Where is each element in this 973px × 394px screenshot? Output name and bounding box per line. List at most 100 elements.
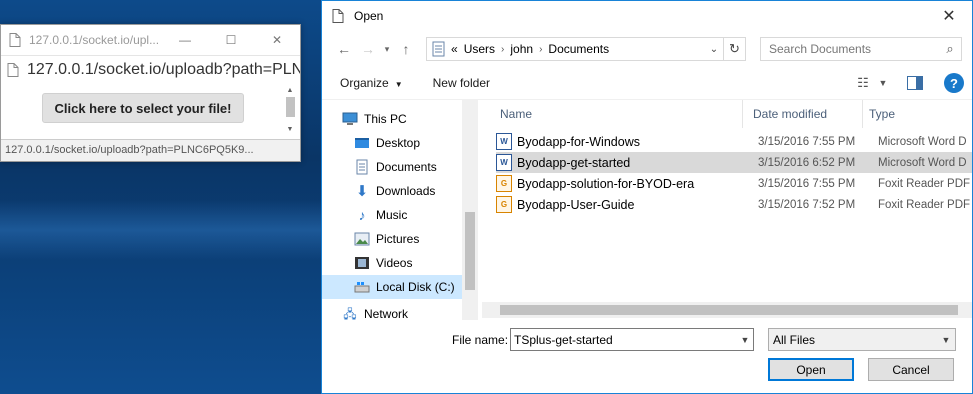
page-icon	[7, 62, 19, 77]
nav-item-this-pc[interactable]: This PC	[342, 107, 478, 131]
open-button[interactable]: Open	[768, 358, 854, 381]
file-type-filter-value: All Files	[773, 332, 816, 347]
file-type: Microsoft Word D	[878, 135, 967, 148]
scroll-down-icon[interactable]: ▼	[284, 126, 296, 133]
nav-item-label: Network	[364, 307, 409, 320]
breadcrumb-overflow[interactable]: «	[451, 42, 458, 56]
breadcrumb[interactable]: « Users › john › Documents ⌄ ↻	[426, 37, 746, 61]
breadcrumb-item-documents[interactable]: Documents	[548, 42, 609, 56]
view-options-chevron-icon[interactable]: ▼	[876, 72, 890, 94]
forward-arrow-icon[interactable]: →	[356, 37, 380, 61]
refresh-icon[interactable]: ↻	[723, 38, 745, 60]
videos-folder-icon	[354, 255, 370, 271]
chevron-down-icon: ▼	[941, 334, 951, 345]
nav-item-desktop[interactable]: Desktop	[354, 131, 462, 155]
pdf-doc-icon: G	[496, 196, 512, 213]
scroll-thumb[interactable]	[286, 97, 295, 117]
command-toolbar: Organize ▼ New folder ☷ ▼ ?	[322, 67, 972, 99]
nav-item-label: Documents	[376, 160, 437, 174]
new-folder-button[interactable]: New folder	[433, 76, 490, 90]
up-arrow-icon[interactable]: ↑	[394, 37, 418, 61]
chevron-right-icon[interactable]: ›	[501, 44, 504, 55]
search-box[interactable]: ⌕	[760, 37, 962, 61]
column-header-date[interactable]: Date modified	[743, 100, 863, 128]
minimize-icon[interactable]: —	[162, 25, 208, 55]
documents-folder-icon	[354, 159, 370, 175]
back-arrow-icon[interactable]: ←	[332, 37, 356, 61]
file-row[interactable]: G Byodapp-User-Guide 3/15/2016 7:52 PM F…	[496, 194, 972, 215]
computer-icon	[342, 111, 358, 127]
change-view-icon[interactable]: ☷	[850, 72, 876, 94]
recent-locations-chevron-icon[interactable]: ▾	[380, 37, 394, 61]
file-row[interactable]: W Byodapp-for-Windows 3/15/2016 7:55 PM …	[496, 131, 972, 152]
nav-item-label: Pictures	[376, 232, 420, 246]
nav-item-downloads[interactable]: ⬇ Downloads	[354, 179, 462, 203]
file-name: Byodapp-solution-for-BYOD-era	[517, 176, 695, 191]
file-date: 3/15/2016 7:55 PM	[758, 177, 856, 190]
file-list-horizontal-scrollbar[interactable]	[482, 302, 972, 318]
scroll-up-icon[interactable]: ▲	[284, 87, 296, 94]
file-date: 3/15/2016 7:55 PM	[758, 135, 856, 148]
file-name-label: File name:	[452, 333, 509, 347]
file-type-filter[interactable]: All Files ▼	[768, 328, 956, 351]
search-input[interactable]	[769, 42, 939, 56]
browser-content: Click here to select your file! ▲ ▼	[1, 83, 300, 139]
maximize-icon[interactable]: ☐	[208, 25, 254, 55]
breadcrumb-item-users[interactable]: Users	[464, 42, 495, 56]
address-bar[interactable]: 127.0.0.1/socket.io/uploadb?path=PLN	[1, 55, 300, 83]
page-icon	[332, 9, 344, 23]
search-icon[interactable]: ⌕	[939, 41, 961, 57]
sort-ascending-icon: ⌃	[618, 100, 626, 106]
chevron-right-icon[interactable]: ›	[539, 44, 542, 55]
column-header-type[interactable]: Type	[863, 100, 972, 128]
organize-label: Organize	[340, 76, 389, 90]
nav-item-label: This PC	[364, 112, 407, 126]
file-name-combo[interactable]: ▼	[510, 328, 754, 351]
chevron-down-icon[interactable]: ▼	[737, 335, 753, 345]
cancel-button[interactable]: Cancel	[868, 358, 954, 381]
network-icon: 🖧	[343, 306, 357, 321]
address-url: 127.0.0.1/socket.io/uploadb?path=PLN	[27, 60, 300, 78]
documents-location-icon	[432, 41, 445, 57]
help-icon[interactable]: ?	[944, 73, 964, 93]
file-name-input[interactable]	[514, 332, 737, 347]
chevron-down-icon[interactable]: ⌄	[705, 44, 723, 55]
download-arrow-icon: ⬇	[355, 183, 369, 200]
music-note-icon: ♪	[358, 207, 366, 223]
nav-item-label: Downloads	[376, 184, 436, 198]
preview-pane-icon[interactable]	[900, 72, 930, 94]
file-date: 3/15/2016 7:52 PM	[758, 198, 856, 211]
file-date: 3/15/2016 6:52 PM	[758, 156, 856, 169]
browser-title: 127.0.0.1/socket.io/upl...	[29, 33, 160, 47]
organize-button[interactable]: Organize ▼	[340, 76, 403, 90]
nav-item-local-disk[interactable]: Local Disk (C:)	[322, 275, 462, 299]
nav-item-network[interactable]: 🖧 Network	[342, 306, 478, 321]
nav-item-documents[interactable]: Documents	[354, 155, 462, 179]
browser-popup-window: 127.0.0.1/socket.io/upl... — ☐ ✕ 127.0.0…	[0, 24, 301, 162]
close-icon[interactable]: ✕	[926, 1, 972, 31]
nav-item-label: Desktop	[376, 136, 421, 150]
breadcrumb-item-john[interactable]: john	[510, 42, 533, 56]
browser-titlebar[interactable]: 127.0.0.1/socket.io/upl... — ☐ ✕	[1, 25, 300, 55]
column-name-label: Name	[500, 107, 533, 121]
navigation-pane-scrollbar[interactable]	[462, 100, 478, 320]
scroll-thumb[interactable]	[500, 305, 958, 315]
nav-item-label: Local Disk (C:)	[376, 280, 455, 294]
select-file-button[interactable]: Click here to select your file!	[42, 93, 244, 123]
scroll-thumb[interactable]	[465, 212, 475, 290]
nav-item-pictures[interactable]: Pictures	[354, 227, 462, 251]
nav-item-music[interactable]: ♪ Music	[354, 203, 462, 227]
column-header-name[interactable]: Name	[482, 100, 743, 128]
file-row[interactable]: G Byodapp-solution-for-BYOD-era 3/15/201…	[496, 173, 972, 194]
nav-item-label: Videos	[376, 256, 413, 270]
browser-scrollbar[interactable]: ▲ ▼	[284, 87, 296, 133]
file-name: Byodapp-get-started	[517, 155, 631, 170]
file-row[interactable]: W Byodapp-get-started 3/15/2016 6:52 PM …	[496, 152, 972, 173]
dialog-titlebar[interactable]: Open ✕	[322, 1, 972, 31]
close-icon[interactable]: ✕	[254, 25, 300, 55]
dialog-title: Open	[354, 9, 384, 23]
dialog-footer: File name: ▼ All Files ▼ Open Cancel	[322, 323, 972, 393]
word-doc-icon: W	[496, 154, 512, 171]
nav-item-videos[interactable]: Videos	[354, 251, 462, 275]
page-icon	[9, 33, 21, 47]
